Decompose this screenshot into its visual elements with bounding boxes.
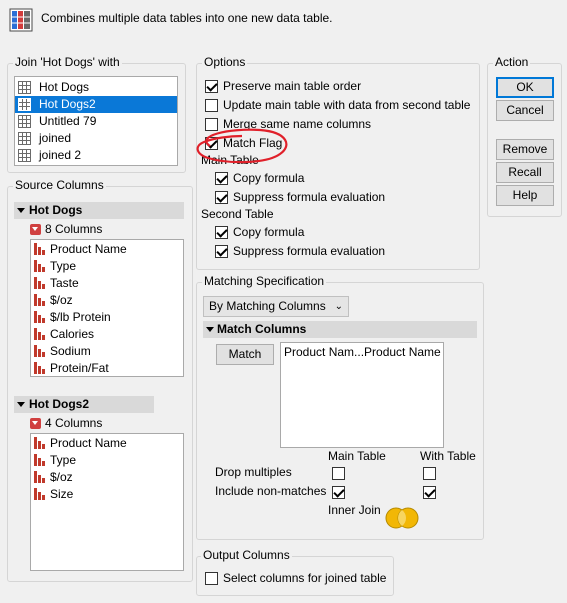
with-table-column-header: With Table [420, 449, 476, 463]
drop-multiples-label: Drop multiples [215, 465, 292, 479]
source-table2-columns[interactable]: Product Name Type $/oz Size [30, 433, 184, 571]
ordinal-column-icon [34, 471, 46, 483]
recall-button[interactable]: Recall [496, 162, 554, 183]
matching-method-dropdown[interactable]: By Matching Columns ⌄ [203, 296, 349, 317]
second-suppress-checkbox[interactable] [215, 245, 228, 258]
column-list-item[interactable]: Type [31, 452, 183, 469]
column-list-item[interactable]: Calories [31, 326, 183, 343]
second-copy-formula-label: Copy formula [233, 225, 305, 239]
column-list-item[interactable]: Size [31, 486, 183, 503]
main-suppress-checkbox[interactable] [215, 191, 228, 204]
ordinal-column-icon [34, 328, 46, 340]
select-columns-label: Select columns for joined table [223, 571, 387, 585]
ordinal-column-icon [34, 294, 46, 306]
drop-multiples-with-checkbox[interactable] [423, 467, 436, 480]
column-list-item[interactable]: Product Name [31, 241, 183, 258]
drop-multiples-main-checkbox[interactable] [332, 467, 345, 480]
column-list-item[interactable]: Taste [31, 275, 183, 292]
dialog-description: Combines multiple data tables into one n… [41, 11, 333, 25]
annotation-circle [196, 128, 288, 164]
table-icon [18, 115, 31, 128]
update-main-checkbox[interactable] [205, 99, 218, 112]
table-icon [18, 81, 31, 94]
options-title: Options [202, 55, 248, 69]
red-menu-icon[interactable] [30, 418, 41, 429]
include-nonmatches-main-checkbox[interactable] [332, 486, 345, 499]
ordinal-column-icon [34, 345, 46, 357]
nominal-column-icon [34, 488, 46, 500]
column-list-item[interactable]: Protein/Fat [31, 360, 183, 377]
main-copy-formula-checkbox[interactable] [215, 172, 228, 185]
source-table1-header[interactable]: Hot Dogs [14, 202, 184, 219]
table-icon [18, 132, 31, 145]
nominal-column-icon [34, 243, 46, 255]
venn-diagram-icon [385, 507, 419, 529]
nominal-column-icon [34, 454, 46, 466]
join-group-title: Join 'Hot Dogs' with [13, 55, 122, 69]
include-nonmatches-with-checkbox[interactable] [423, 486, 436, 499]
match-button[interactable]: Match [216, 344, 274, 365]
update-main-label: Update main table with data from second … [223, 98, 471, 112]
match-columns-header[interactable]: Match Columns [203, 321, 477, 338]
include-nonmatches-label: Include non-matches [215, 484, 327, 498]
table-list-item[interactable]: Hot Dogs [15, 79, 177, 96]
table-icon [18, 149, 31, 162]
source-table1-count[interactable]: 8 Columns [30, 222, 150, 238]
table-list-item[interactable]: joined [15, 130, 177, 147]
ordinal-column-icon [34, 362, 46, 374]
red-menu-icon[interactable] [30, 224, 41, 235]
column-list-item[interactable]: $/lb Protein [31, 309, 183, 326]
disclosure-icon [206, 327, 214, 332]
main-copy-formula-label: Copy formula [233, 171, 305, 185]
join-table-list[interactable]: Hot Dogs Hot Dogs2 Untitled 79 joined jo… [14, 76, 178, 166]
preserve-order-checkbox[interactable] [205, 80, 218, 93]
second-copy-formula-checkbox[interactable] [215, 226, 228, 239]
column-list-item[interactable]: $/oz [31, 469, 183, 486]
nominal-column-icon [34, 437, 46, 449]
output-columns-title: Output Columns [201, 548, 292, 562]
source-table2-count[interactable]: 4 Columns [30, 416, 150, 432]
main-table-column-header: Main Table [328, 449, 386, 463]
cancel-button[interactable]: Cancel [496, 100, 554, 121]
matching-title: Matching Specification [202, 274, 327, 288]
table-list-item[interactable]: Hot Dogs2 [15, 96, 177, 113]
ordinal-column-icon [34, 311, 46, 323]
join-type-label: Inner Join [328, 503, 381, 517]
disclosure-icon [17, 402, 25, 407]
ok-button[interactable]: OK [496, 77, 554, 98]
source-table1-columns[interactable]: Product Name Type Taste $/oz $/lb Protei… [30, 239, 184, 377]
remove-button[interactable]: Remove [496, 139, 554, 160]
nominal-column-icon [34, 277, 46, 289]
help-button[interactable]: Help [496, 185, 554, 206]
column-list-item[interactable]: $/oz [31, 292, 183, 309]
join-app-icon [9, 8, 33, 32]
disclosure-icon [17, 208, 25, 213]
second-suppress-label: Suppress formula evaluation [233, 244, 386, 258]
preserve-order-label: Preserve main table order [223, 79, 362, 93]
select-columns-checkbox[interactable] [205, 572, 218, 585]
table-list-item[interactable]: joined 2 [15, 147, 177, 164]
match-pair-item[interactable]: Product Nam...Product Name [281, 344, 443, 361]
action-title: Action [493, 55, 531, 69]
source-table2-header[interactable]: Hot Dogs2 [14, 396, 154, 413]
column-list-item[interactable]: Product Name [31, 435, 183, 452]
match-pairs-list[interactable]: Product Nam...Product Name [280, 342, 444, 448]
table-icon [18, 98, 31, 111]
source-columns-title: Source Columns [13, 178, 106, 192]
nominal-column-icon [34, 260, 46, 272]
main-suppress-label: Suppress formula evaluation [233, 190, 386, 204]
table-list-item[interactable]: Untitled 79 [15, 113, 177, 130]
column-list-item[interactable]: Type [31, 258, 183, 275]
chevron-down-icon: ⌄ [334, 301, 343, 312]
second-table-heading: Second Table [201, 207, 274, 221]
matching-method-value: By Matching Columns [209, 299, 326, 313]
column-list-item[interactable]: Sodium [31, 343, 183, 360]
